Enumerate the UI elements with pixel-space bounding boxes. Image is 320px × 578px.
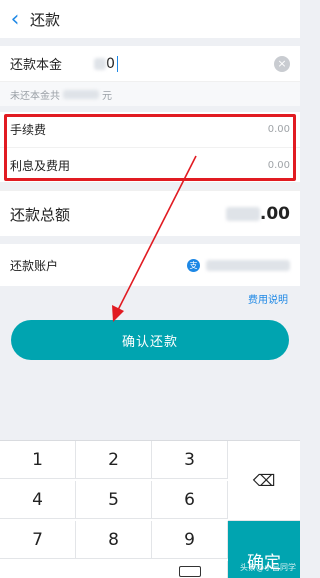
hint-suffix: 元 bbox=[102, 90, 112, 102]
fee-amount: 0.00 bbox=[267, 124, 290, 135]
confirm-repay-button[interactable]: 确认还款 bbox=[11, 320, 289, 360]
key-5[interactable]: 5 bbox=[76, 481, 152, 519]
nav-bar: ‹ 还款 bbox=[0, 0, 300, 38]
principal-value: 0 bbox=[106, 55, 115, 72]
key-4[interactable]: 4 bbox=[0, 481, 76, 519]
masked-total bbox=[225, 207, 260, 221]
page-title: 还款 bbox=[30, 10, 61, 29]
principal-input[interactable]: 0 bbox=[94, 55, 118, 72]
principal-row: 还款本金 0 × bbox=[0, 46, 300, 82]
total-label: 还款总额 bbox=[10, 205, 71, 224]
fee-row-handling: 手续费 0.00 bbox=[0, 112, 300, 147]
key-6[interactable]: 6 bbox=[152, 481, 228, 519]
fee-label: 利息及费用 bbox=[10, 158, 71, 173]
keyboard-icon[interactable] bbox=[152, 561, 228, 578]
account-selector[interactable]: 支 bbox=[187, 258, 290, 272]
clear-circle-icon[interactable]: × bbox=[274, 55, 290, 72]
key-8[interactable]: 8 bbox=[76, 521, 152, 559]
masked-value bbox=[94, 57, 106, 70]
key-1[interactable]: 1 bbox=[0, 441, 76, 479]
backspace-icon[interactable]: ⌫ bbox=[228, 441, 300, 521]
fee-row-interest: 利息及费用 0.00 bbox=[0, 147, 300, 182]
key-9[interactable]: 9 bbox=[152, 521, 228, 559]
chevron-left-icon[interactable]: ‹ bbox=[0, 0, 30, 38]
watermark: 头条@小吕同学 bbox=[240, 563, 296, 572]
fees-section: 手续费 0.00 利息及费用 0.00 bbox=[0, 112, 300, 182]
unpaid-hint: 未还本金共 元 bbox=[0, 82, 300, 106]
masked-amount bbox=[63, 89, 99, 99]
text-cursor bbox=[116, 55, 118, 72]
fee-explanation-link[interactable]: 费用说明 bbox=[248, 291, 288, 306]
total-amount-visible: .00 bbox=[259, 204, 290, 224]
total-section: 还款总额 .00 bbox=[0, 190, 300, 236]
total-amount: .00 bbox=[225, 204, 290, 224]
masked-account bbox=[206, 259, 290, 271]
key-2[interactable]: 2 bbox=[76, 441, 152, 479]
key-7[interactable]: 7 bbox=[0, 521, 76, 559]
fee-amount: 0.00 bbox=[267, 159, 290, 171]
fee-label: 手续费 bbox=[10, 123, 47, 137]
account-label: 还款账户 bbox=[10, 258, 59, 273]
hint-prefix: 未还本金共 bbox=[10, 90, 60, 102]
alipay-icon: 支 bbox=[187, 258, 200, 272]
principal-label: 还款本金 bbox=[10, 58, 63, 73]
account-row[interactable]: 还款账户 支 bbox=[0, 244, 300, 286]
key-3[interactable]: 3 bbox=[152, 441, 228, 479]
numeric-keypad: 1 2 3 ⌫ 4 5 6 7 8 9 确定 bbox=[0, 440, 300, 578]
